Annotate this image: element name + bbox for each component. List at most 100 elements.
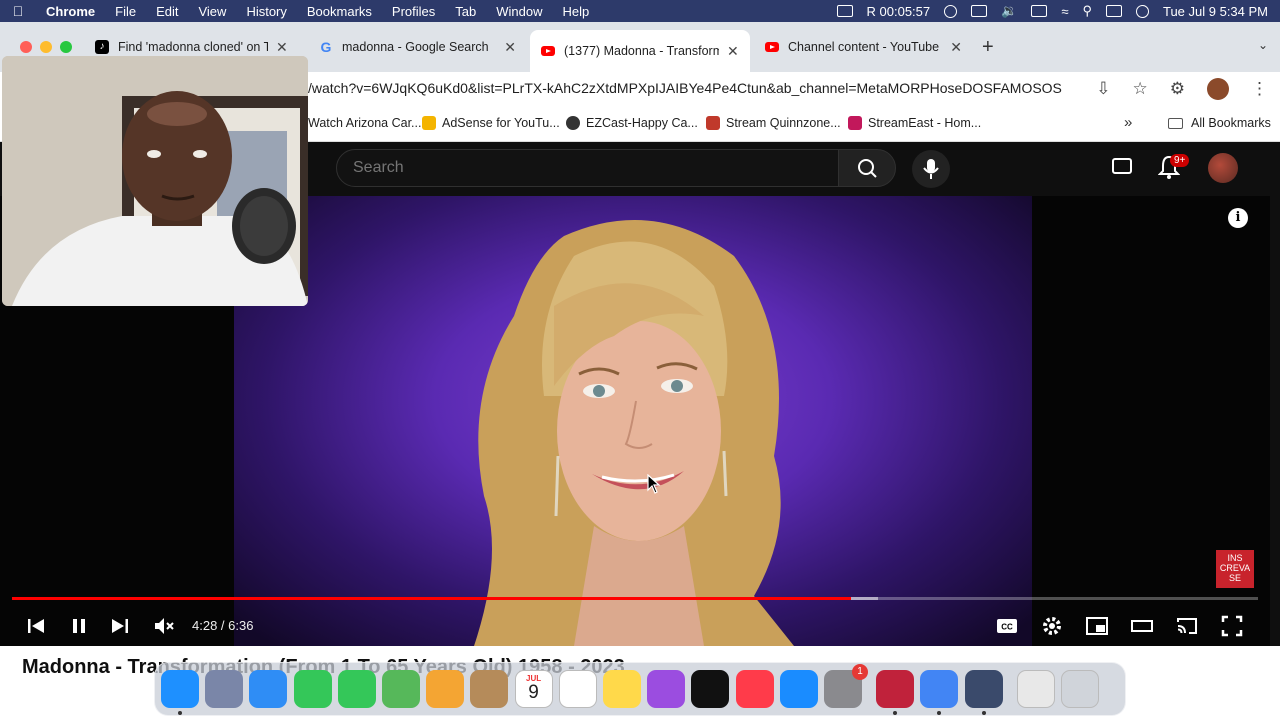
menubar-clock[interactable]: Tue Jul 9 5:34 PM xyxy=(1163,4,1268,19)
finder-icon[interactable] xyxy=(161,670,199,708)
next-video-icon[interactable] xyxy=(108,614,132,638)
menu-help[interactable]: Help xyxy=(553,4,600,19)
minimize-window-button[interactable] xyxy=(40,41,52,53)
bookmark-star-icon[interactable]: ☆ xyxy=(1133,79,1148,99)
bookmark-item[interactable]: Stream Quinnzone... xyxy=(706,116,841,130)
new-tab-button[interactable]: + xyxy=(982,36,994,59)
theater-mode-icon[interactable] xyxy=(1130,614,1154,638)
tab-title: madonna - Google Search xyxy=(342,40,489,54)
subscribe-watermark[interactable]: INS CREVA SE xyxy=(1216,550,1254,588)
contacts-icon[interactable] xyxy=(470,670,509,708)
close-tab-icon[interactable]: ✕ xyxy=(727,43,739,60)
create-video-icon[interactable] xyxy=(1112,158,1132,174)
close-tab-icon[interactable]: ✕ xyxy=(950,39,962,56)
voice-search-button[interactable] xyxy=(912,150,950,188)
facetime-icon[interactable] xyxy=(293,670,332,708)
volume-icon[interactable]: 🔉 xyxy=(1001,3,1017,19)
mute-icon[interactable] xyxy=(152,614,176,638)
trash-icon[interactable] xyxy=(1061,670,1099,708)
youtube-icon xyxy=(540,43,556,59)
control-center-icon[interactable] xyxy=(1105,5,1122,17)
mail-icon[interactable] xyxy=(249,670,288,708)
miniplayer-icon[interactable] xyxy=(1085,614,1109,638)
close-tab-icon[interactable]: ✕ xyxy=(276,39,288,56)
fullscreen-icon[interactable] xyxy=(1220,614,1244,638)
youtube-search-input[interactable] xyxy=(336,149,839,187)
bookmark-item[interactable]: Watch Arizona Car... xyxy=(308,116,421,130)
cast-icon[interactable] xyxy=(1175,614,1199,638)
window-traffic-lights xyxy=(20,41,72,53)
system-settings-icon[interactable]: 1 xyxy=(824,664,868,708)
youtube-search-button[interactable] xyxy=(838,149,896,187)
podcasts-icon[interactable] xyxy=(647,670,686,708)
maps-icon[interactable] xyxy=(382,670,420,708)
screen-recorder-icon[interactable] xyxy=(876,670,915,708)
close-window-button[interactable] xyxy=(20,41,32,53)
tab-youtube-studio[interactable]: Channel content - YouTube St ✕ xyxy=(754,30,972,64)
siri-icon[interactable] xyxy=(1135,4,1149,18)
calendar-icon[interactable]: JUL 9 xyxy=(514,670,553,708)
menu-window[interactable]: Window xyxy=(486,4,552,19)
zoom-window-button[interactable] xyxy=(60,41,72,53)
reminders-icon[interactable] xyxy=(558,670,597,708)
bookmark-label: EZCast-Happy Ca... xyxy=(586,116,698,130)
folder-icon xyxy=(1168,117,1183,129)
play-icon[interactable] xyxy=(944,4,958,18)
bookmark-item[interactable]: AdSense for YouTu... xyxy=(422,116,560,130)
video-frame[interactable] xyxy=(234,196,1032,646)
settings-gear-icon[interactable] xyxy=(1040,614,1064,638)
previous-video-icon[interactable] xyxy=(24,614,48,638)
menu-app-name[interactable]: Chrome xyxy=(36,4,105,19)
quicktime-icon[interactable] xyxy=(964,670,1003,708)
tv-icon[interactable] xyxy=(691,670,730,708)
wifi-icon[interactable]: ≈ xyxy=(1061,4,1068,19)
profile-avatar[interactable] xyxy=(1207,78,1229,100)
tab-google-search[interactable]: G madonna - Google Search ✕ xyxy=(308,30,526,64)
bookmark-label: Watch Arizona Car... xyxy=(308,116,422,130)
captions-icon[interactable]: CC xyxy=(995,614,1019,638)
downloads-icon[interactable] xyxy=(1016,670,1055,708)
install-app-icon[interactable]: ⇩ xyxy=(1096,79,1110,99)
video-progress-bar[interactable] xyxy=(12,597,1258,600)
spotlight-search-icon[interactable]: ⚲ xyxy=(1082,3,1092,19)
toolbar-actions: ⇩ ☆ ⚙ ⋮ xyxy=(1096,78,1268,100)
menu-history[interactable]: History xyxy=(236,4,296,19)
screen:  Chrome File Edit View History Bookmark… xyxy=(0,0,1280,720)
news-icon[interactable] xyxy=(735,670,774,708)
close-tab-icon[interactable]: ✕ xyxy=(504,39,516,56)
youtube-account-avatar[interactable] xyxy=(1208,153,1238,183)
menu-profiles[interactable]: Profiles xyxy=(382,4,445,19)
keyboard-icon[interactable] xyxy=(836,5,853,17)
battery-icon[interactable] xyxy=(1031,5,1048,17)
menu-file[interactable]: File xyxy=(105,4,146,19)
tiktok-icon: ♪ xyxy=(94,39,110,55)
menu-edit[interactable]: Edit xyxy=(146,4,188,19)
menu-tab[interactable]: Tab xyxy=(445,4,486,19)
tab-search-chevron-icon[interactable]: ⌄ xyxy=(1258,38,1268,52)
launchpad-icon[interactable] xyxy=(205,670,244,708)
menu-view[interactable]: View xyxy=(188,4,236,19)
apple-menu-icon[interactable]:  xyxy=(0,3,36,19)
time-display: 4:28 / 6:36 xyxy=(192,618,254,633)
info-icon[interactable]: i xyxy=(1228,208,1248,228)
messages-icon[interactable] xyxy=(337,670,376,708)
menu-bookmarks[interactable]: Bookmarks xyxy=(297,4,382,19)
chrome-icon[interactable] xyxy=(920,670,959,708)
chrome-menu-icon[interactable]: ⋮ xyxy=(1251,79,1268,99)
notes-icon[interactable] xyxy=(603,670,641,708)
more-bookmarks-chevron-icon[interactable]: » xyxy=(1124,114,1132,131)
appstore-icon[interactable] xyxy=(779,670,818,708)
address-bar[interactable]: /watch?v=6WJqKQ6uKd0&list=PLrTX-kAhC2zXt… xyxy=(308,80,1062,96)
all-bookmarks-button[interactable]: All Bookmarks xyxy=(1168,116,1271,130)
extensions-icon[interactable]: ⚙ xyxy=(1170,79,1185,99)
photos-icon[interactable] xyxy=(426,670,465,708)
pause-icon[interactable] xyxy=(67,614,91,638)
display-icon[interactable] xyxy=(971,5,988,17)
recording-timer[interactable]: R 00:05:57 xyxy=(867,4,931,19)
macos-menubar:  Chrome File Edit View History Bookmark… xyxy=(0,0,1280,22)
bookmark-item[interactable]: StreamEast - Hom... xyxy=(848,116,981,130)
bookmark-item[interactable]: EZCast-Happy Ca... xyxy=(566,116,698,130)
video-controls: 4:28 / 6:36 CC xyxy=(0,608,1270,646)
tab-youtube-active[interactable]: (1377) Madonna - Transforma ✕ xyxy=(530,30,750,72)
webcam-person-image xyxy=(2,56,308,306)
